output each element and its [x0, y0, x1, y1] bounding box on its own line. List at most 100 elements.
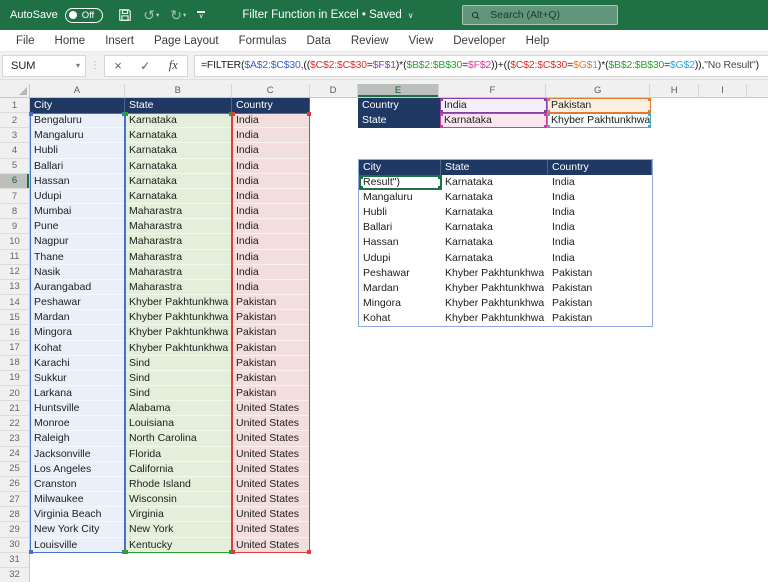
result-country-cell[interactable]: Pakistan: [548, 296, 652, 311]
result-country-cell[interactable]: Pakistan: [548, 311, 652, 326]
city-cell[interactable]: Hassan: [30, 174, 125, 189]
country-cell[interactable]: India: [232, 143, 310, 158]
undo-button[interactable]: ↺▾: [143, 8, 159, 22]
column-header[interactable]: F: [439, 84, 546, 97]
city-cell[interactable]: Ballari: [30, 159, 125, 174]
state-cell[interactable]: Karnataka: [125, 174, 232, 189]
state-cell[interactable]: Louisiana: [125, 416, 232, 431]
state-cell[interactable]: Sind: [125, 386, 232, 401]
result-state-cell[interactable]: Karnataka: [441, 175, 548, 190]
city-cell[interactable]: Karachi: [30, 356, 125, 371]
state-cell[interactable]: Rhode Island: [125, 477, 232, 492]
city-cell[interactable]: Udupi: [30, 189, 125, 204]
city-cell[interactable]: Raleigh: [30, 431, 125, 446]
city-cell[interactable]: New York City: [30, 522, 125, 537]
state-cell[interactable]: Florida: [125, 447, 232, 462]
city-cell[interactable]: Hubli: [30, 143, 125, 158]
enter-icon[interactable]: ✓: [140, 59, 150, 73]
state-cell[interactable]: Maharastra: [125, 250, 232, 265]
sheet-canvas[interactable]: A B C D E F G H I 1: [0, 84, 768, 582]
result-header-city-cell[interactable]: City: [359, 160, 441, 175]
country-cell[interactable]: Pakistan: [232, 310, 310, 325]
city-cell[interactable]: Mardan: [30, 310, 125, 325]
result-country-cell[interactable]: India: [548, 205, 652, 220]
country-cell[interactable]: India: [232, 128, 310, 143]
column-header[interactable]: I: [699, 84, 747, 97]
result-state-cell[interactable]: Karnataka: [441, 251, 548, 266]
ribbon-tab[interactable]: View: [399, 30, 444, 51]
country-cell[interactable]: India: [232, 280, 310, 295]
column-header[interactable]: D: [310, 84, 358, 97]
save-icon[interactable]: [118, 8, 132, 22]
result-state-cell[interactable]: Khyber Pakhtunkhwa: [441, 296, 548, 311]
search-box[interactable]: [462, 5, 618, 25]
country-cell[interactable]: United States: [232, 462, 310, 477]
result-country-cell[interactable]: India: [548, 251, 652, 266]
state-cell[interactable]: California: [125, 462, 232, 477]
main-header-state-cell[interactable]: State: [125, 98, 232, 113]
country-cell[interactable]: United States: [232, 492, 310, 507]
column-header[interactable]: G: [546, 84, 650, 97]
state-cell[interactable]: Maharastra: [125, 280, 232, 295]
state-cell[interactable]: Khyber Pakhtunkhwa: [125, 295, 232, 310]
country-cell[interactable]: India: [232, 159, 310, 174]
criteria-g1-cell[interactable]: Pakistan: [547, 98, 651, 113]
result-state-cell[interactable]: Khyber Pakhtunkhwa: [441, 266, 548, 281]
ribbon-tab[interactable]: Developer: [443, 30, 515, 51]
column-header[interactable]: A: [30, 84, 125, 97]
country-cell[interactable]: India: [232, 189, 310, 204]
ribbon-tab[interactable]: Help: [516, 30, 560, 51]
state-cell[interactable]: Sind: [125, 371, 232, 386]
state-cell[interactable]: Wisconsin: [125, 492, 232, 507]
country-cell[interactable]: India: [232, 113, 310, 128]
country-cell[interactable]: Pakistan: [232, 295, 310, 310]
ribbon-tab[interactable]: Formulas: [229, 30, 297, 51]
result-country-cell[interactable]: India: [548, 190, 652, 205]
city-cell[interactable]: Aurangabad: [30, 280, 125, 295]
state-cell[interactable]: Khyber Pakhtunkhwa: [125, 325, 232, 340]
result-state-cell[interactable]: Khyber Pakhtunkhwa: [441, 311, 548, 326]
state-cell[interactable]: Maharastra: [125, 219, 232, 234]
country-cell[interactable]: India: [232, 250, 310, 265]
country-cell[interactable]: Pakistan: [232, 371, 310, 386]
criteria-label-state-cell[interactable]: State: [358, 113, 440, 128]
state-cell[interactable]: Karnataka: [125, 143, 232, 158]
city-cell[interactable]: Nasik: [30, 265, 125, 280]
result-state-cell[interactable]: Karnataka: [441, 190, 548, 205]
result-city-cell[interactable]: Peshawar: [359, 266, 441, 281]
country-cell[interactable]: United States: [232, 401, 310, 416]
customize-qat-button[interactable]: ∨: [197, 11, 205, 19]
state-cell[interactable]: Maharastra: [125, 234, 232, 249]
column-header[interactable]: [747, 84, 768, 97]
result-country-cell[interactable]: Pakistan: [548, 266, 652, 281]
result-city-cell[interactable]: Mardan: [359, 281, 441, 296]
country-cell[interactable]: India: [232, 265, 310, 280]
country-cell[interactable]: India: [232, 204, 310, 219]
redo-button[interactable]: ↻▾: [170, 8, 186, 22]
result-city-cell[interactable]: Hassan: [359, 235, 441, 250]
result-state-cell[interactable]: Karnataka: [441, 205, 548, 220]
search-input[interactable]: [488, 8, 609, 22]
state-cell[interactable]: Karnataka: [125, 189, 232, 204]
main-header-city-cell[interactable]: City: [30, 98, 125, 113]
state-cell[interactable]: Karnataka: [125, 113, 232, 128]
city-cell[interactable]: Thane: [30, 250, 125, 265]
result-city-cell[interactable]: Mangaluru: [359, 190, 441, 205]
city-cell[interactable]: Los Angeles: [30, 462, 125, 477]
city-cell[interactable]: Virginia Beach: [30, 507, 125, 522]
city-cell[interactable]: Huntsville: [30, 401, 125, 416]
ribbon-tab[interactable]: Home: [45, 30, 96, 51]
country-cell[interactable]: Pakistan: [232, 356, 310, 371]
country-cell[interactable]: Pakistan: [232, 341, 310, 356]
state-cell[interactable]: Khyber Pakhtunkhwa: [125, 341, 232, 356]
select-all-corner[interactable]: [0, 84, 30, 98]
ribbon-tab[interactable]: Data: [297, 30, 341, 51]
ribbon-tab[interactable]: File: [6, 30, 45, 51]
result-header-state-cell[interactable]: State: [441, 160, 548, 175]
country-cell[interactable]: India: [232, 234, 310, 249]
criteria-f1-cell[interactable]: India: [440, 98, 547, 113]
city-cell[interactable]: Bengaluru: [30, 113, 125, 128]
insert-function-icon[interactable]: fx: [169, 58, 178, 73]
ribbon-tab[interactable]: Page Layout: [144, 30, 229, 51]
city-cell[interactable]: Cranston: [30, 477, 125, 492]
